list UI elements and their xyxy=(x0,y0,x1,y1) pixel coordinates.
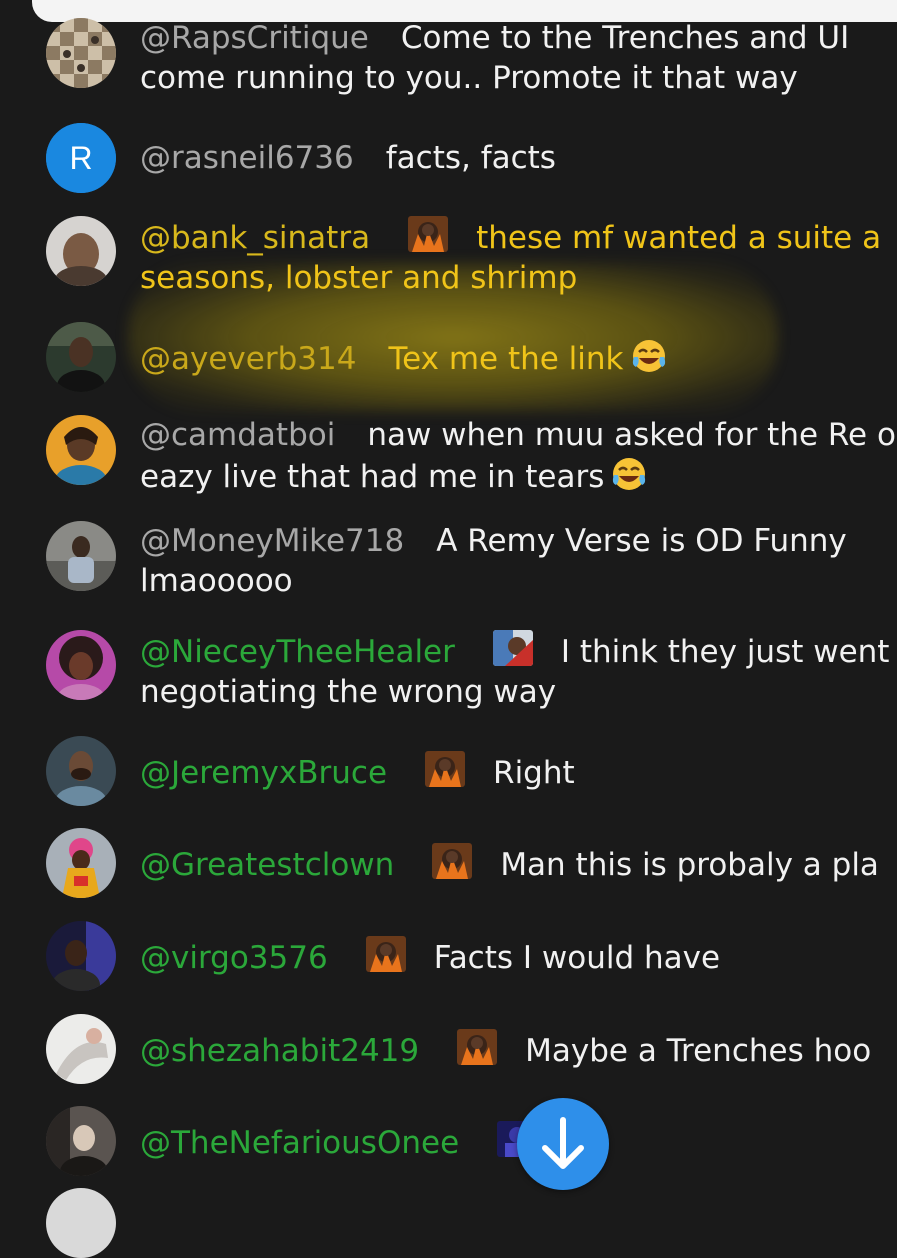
member-badge-icon xyxy=(365,936,406,972)
avatar[interactable] xyxy=(46,1106,116,1176)
avatar[interactable] xyxy=(46,630,116,700)
comment-text: @virgo3576 Facts I would have xyxy=(140,936,897,978)
avatar[interactable] xyxy=(46,322,116,392)
comment-text: @RapsCritique Come to the Trenches and UI… xyxy=(140,18,897,98)
member-badge-icon xyxy=(408,216,449,252)
comment-handle[interactable]: @NieceyTheeHealer xyxy=(140,634,455,670)
comment-body: Tex me the link xyxy=(388,341,624,377)
comment-handle[interactable]: @shezahabit2419 xyxy=(140,1033,419,1069)
comment-text: @shezahabit2419 Maybe a Trenches hoo xyxy=(140,1029,897,1071)
comment-handle[interactable]: @JeremyxBruce xyxy=(140,755,387,791)
avatar[interactable] xyxy=(46,828,116,898)
scroll-to-bottom-button[interactable] xyxy=(517,1098,609,1190)
arrow-down-icon xyxy=(542,1117,584,1169)
avatar[interactable] xyxy=(46,18,116,88)
comment-handle[interactable]: @camdatboi xyxy=(140,417,335,453)
comment-handle[interactable]: @ayeverb314 xyxy=(140,341,356,377)
comment-text: @Greatestclown Man this is probaly a pla xyxy=(140,843,897,885)
member-badge-icon xyxy=(492,630,533,666)
avatar[interactable] xyxy=(46,1188,116,1258)
member-badge-icon xyxy=(457,1029,498,1065)
avatar[interactable] xyxy=(46,415,116,485)
comment-text: @bank_sinatra these mf wanted a suite a s… xyxy=(140,216,897,298)
comment-handle[interactable]: @MoneyMike718 xyxy=(140,523,404,559)
comment-text: @NieceyTheeHealer I think they just went … xyxy=(140,630,897,712)
comment-body: Maybe a Trenches hoo xyxy=(525,1033,872,1069)
comment-handle[interactable]: @TheNefariousOnee xyxy=(140,1125,459,1161)
tears-of-joy-emoji-icon xyxy=(610,455,648,493)
avatar[interactable] xyxy=(46,736,116,806)
comment-handle[interactable]: @bank_sinatra xyxy=(140,220,370,256)
tears-of-joy-emoji-icon xyxy=(630,337,668,375)
comment-body: facts, facts xyxy=(385,140,556,176)
comment-handle[interactable]: @Greatestclown xyxy=(140,847,394,883)
comment-text: @JeremyxBruce Right xyxy=(140,751,897,793)
comment-handle[interactable]: @rasneil6736 xyxy=(140,140,354,176)
comment-body: Facts I would have xyxy=(433,940,721,976)
avatar[interactable] xyxy=(46,921,116,991)
comment-text: @ayeverb314 Tex me the link xyxy=(140,337,897,379)
member-badge-icon xyxy=(425,751,466,787)
comment-handle[interactable]: @virgo3576 xyxy=(140,940,328,976)
comment-text: @rasneil6736 facts, facts xyxy=(140,138,897,178)
comment-handle[interactable]: @RapsCritique xyxy=(140,20,369,56)
comment-body: Man this is probaly a pla xyxy=(500,847,879,883)
comment-text: @camdatboi naw when muu asked for the Re … xyxy=(140,415,897,497)
avatar[interactable] xyxy=(46,216,116,286)
avatar[interactable] xyxy=(46,1014,116,1084)
comment-list: @RapsCritique Come to the Trenches and UI… xyxy=(0,0,897,1200)
comment-text: @MoneyMike718 A Remy Verse is OD Funny lm… xyxy=(140,521,897,601)
avatar[interactable] xyxy=(46,521,116,591)
member-badge-icon xyxy=(432,843,473,879)
avatar-letter: R xyxy=(69,140,92,176)
avatar[interactable]: R xyxy=(46,123,116,193)
comment-body: Right xyxy=(493,755,575,791)
